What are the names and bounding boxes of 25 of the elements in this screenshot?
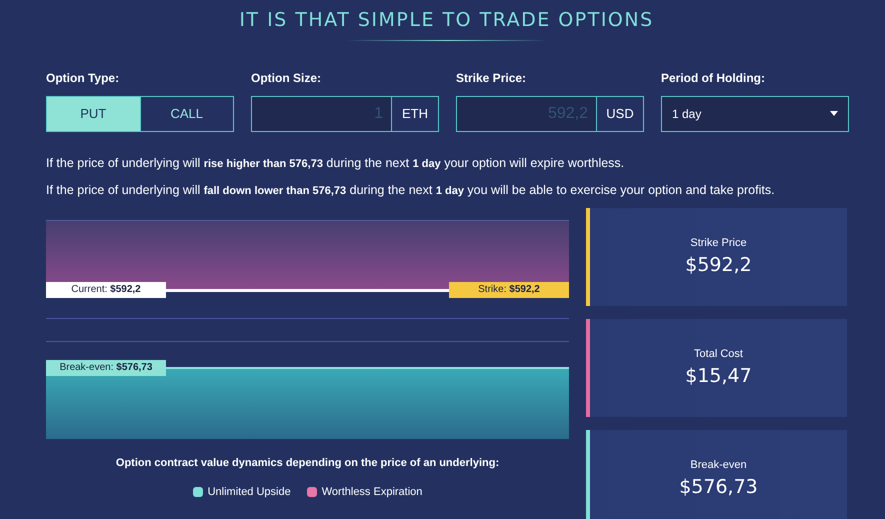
current-price-label: Current: $592,2: [46, 282, 166, 298]
period-dropdown[interactable]: 1 day: [661, 96, 849, 132]
option-toggle[interactable]: PUT: [47, 96, 140, 130]
field-label: Period of Holding:: [661, 70, 766, 86]
strike-price-label: Strike: $592,2: [449, 282, 569, 298]
card-value: $592,2: [685, 253, 752, 278]
info-sentence: If the price of underlying will rise higher than 576,73 during the next 1 day your option will expire worthless.: [46, 154, 626, 172]
legend-label: Unlimited Upside: [208, 484, 291, 500]
option-toggle[interactable]: CALL: [140, 96, 233, 130]
page-title: IT IS THAT SIMPLE TO TRADE OPTIONS: [238, 8, 655, 33]
unit-label: USD: [596, 96, 643, 130]
field-label: Option Type:: [46, 70, 120, 86]
field-label: Option Size:: [251, 70, 322, 86]
card-value: $576,73: [679, 475, 758, 500]
legend-label: Worthless Expiration: [322, 484, 422, 500]
caret-icon: [830, 111, 838, 116]
card-value: $15,47: [685, 364, 752, 389]
break-even-label: Break-even: $576,73: [46, 360, 166, 376]
card-label: Break-even: [690, 458, 747, 472]
field-label: Strike Price:: [456, 70, 528, 86]
card-label: Strike Price: [690, 236, 747, 250]
card-label: Total Cost: [694, 346, 743, 362]
chart-caption: Option contract value dynamics depending on the price of an underlying:: [114, 456, 500, 471]
info-sentence: If the price of underlying will fall down lower than 576,73 during the next 1 day you will be able to exercise your option and take profits.: [46, 182, 776, 200]
unit-label: ETH: [391, 96, 438, 130]
